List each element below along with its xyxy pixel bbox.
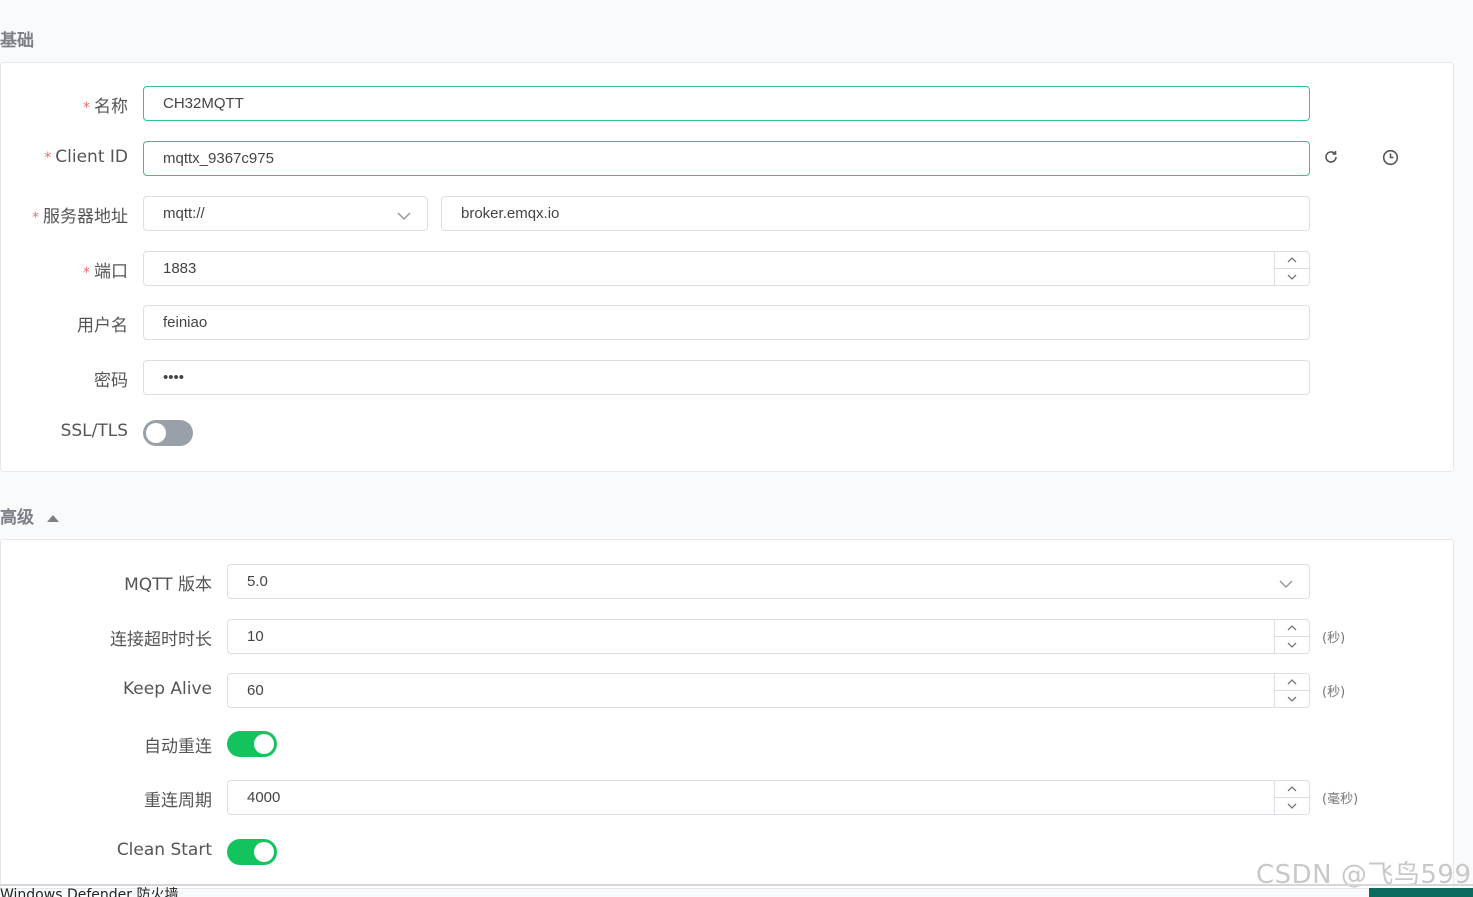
decrement-arrow-icon[interactable] xyxy=(1275,797,1309,814)
chevron-down-icon xyxy=(397,208,411,225)
host-value: broker.emqx.io xyxy=(461,205,560,222)
name-label: * 名称 xyxy=(83,92,128,117)
name-value: CH32MQTT xyxy=(163,95,244,112)
mqtt-version-value: 5.0 xyxy=(247,573,268,590)
ssl-label: SSL/TLS xyxy=(60,421,128,441)
password-value: •••• xyxy=(163,369,185,386)
increment-arrow-icon[interactable] xyxy=(1275,781,1309,797)
password-input[interactable]: •••• xyxy=(143,360,1310,395)
port-label-text: 端口 xyxy=(94,262,128,282)
mqtt-version-label: MQTT 版本 xyxy=(124,575,212,595)
keep-alive-input[interactable]: 60 xyxy=(227,673,1310,708)
section-title-basic: 基础 xyxy=(0,31,34,51)
mqtt-version-select[interactable]: 5.0 xyxy=(227,564,1310,599)
required-mark: * xyxy=(83,100,90,116)
username-label: 用户名 xyxy=(77,316,128,336)
reconnect-period-stepper xyxy=(1274,781,1309,814)
increment-arrow-icon[interactable] xyxy=(1275,252,1309,268)
reconnect-period-value: 4000 xyxy=(247,789,281,806)
port-input[interactable]: 1883 xyxy=(143,251,1310,286)
password-label: 密码 xyxy=(94,371,128,391)
connect-timeout-unit: (秒) xyxy=(1322,631,1346,646)
toggle-knob xyxy=(254,842,274,862)
advanced-title-text: 高级 xyxy=(0,508,34,528)
name-label-text: 名称 xyxy=(94,97,128,117)
decrement-arrow-icon[interactable] xyxy=(1275,636,1309,653)
connect-timeout-stepper xyxy=(1274,620,1309,653)
protocol-select[interactable]: mqtt:// xyxy=(143,196,428,231)
host-label: * 服务器地址 xyxy=(32,202,128,227)
taskbar-divider xyxy=(0,884,1473,886)
clean-start-label: Clean Start xyxy=(116,840,212,860)
clean-start-toggle[interactable] xyxy=(227,839,277,865)
toggle-knob xyxy=(254,734,274,754)
connect-timeout-value: 10 xyxy=(247,628,264,645)
decrement-arrow-icon[interactable] xyxy=(1275,690,1309,707)
keep-alive-value: 60 xyxy=(247,682,264,699)
keep-alive-label: Keep Alive xyxy=(122,679,212,699)
client-id-value: mqttx_9367c975 xyxy=(163,150,274,167)
reconnect-period-input[interactable]: 4000 xyxy=(227,780,1310,815)
username-input[interactable]: feiniao xyxy=(143,305,1310,340)
decrement-arrow-icon[interactable] xyxy=(1275,268,1309,285)
reconnect-period-label: 重连周期 xyxy=(144,791,212,811)
required-mark: * xyxy=(32,210,39,226)
connect-timeout-label: 连接超时时长 xyxy=(110,630,212,650)
toggle-knob xyxy=(146,423,166,443)
ssl-toggle[interactable] xyxy=(143,420,193,446)
chevron-down-icon xyxy=(1279,576,1293,593)
refresh-icon[interactable] xyxy=(1322,148,1340,166)
port-stepper xyxy=(1274,252,1309,285)
port-label: * 端口 xyxy=(83,257,128,282)
reconnect-period-unit: (毫秒) xyxy=(1322,792,1359,807)
history-clock-icon[interactable] xyxy=(1381,148,1399,166)
auto-reconnect-label: 自动重连 xyxy=(144,737,212,757)
keep-alive-stepper xyxy=(1274,674,1309,707)
protocol-value: mqtt:// xyxy=(163,205,205,222)
section-title-advanced[interactable]: 高级 xyxy=(0,503,60,528)
username-value: feiniao xyxy=(163,314,208,331)
connect-timeout-input[interactable]: 10 xyxy=(227,619,1310,654)
client-id-label-text: Client ID xyxy=(55,147,128,167)
increment-arrow-icon[interactable] xyxy=(1275,674,1309,690)
host-input[interactable]: broker.emqx.io xyxy=(441,196,1310,231)
auto-reconnect-toggle[interactable] xyxy=(227,731,277,757)
taskbar-notification-text: Windows Defender 防火墙 xyxy=(0,887,179,897)
caret-up-icon xyxy=(46,508,60,528)
taskbar-corner xyxy=(1369,888,1473,897)
required-mark: * xyxy=(44,150,52,166)
name-input[interactable]: CH32MQTT xyxy=(143,86,1310,121)
port-value: 1883 xyxy=(163,260,197,277)
required-mark: * xyxy=(83,265,90,281)
increment-arrow-icon[interactable] xyxy=(1275,620,1309,636)
client-id-input[interactable]: mqttx_9367c975 xyxy=(143,141,1310,176)
keep-alive-unit: (秒) xyxy=(1322,685,1346,700)
host-label-text: 服务器地址 xyxy=(43,207,128,227)
client-id-label: * Client ID xyxy=(44,147,128,167)
